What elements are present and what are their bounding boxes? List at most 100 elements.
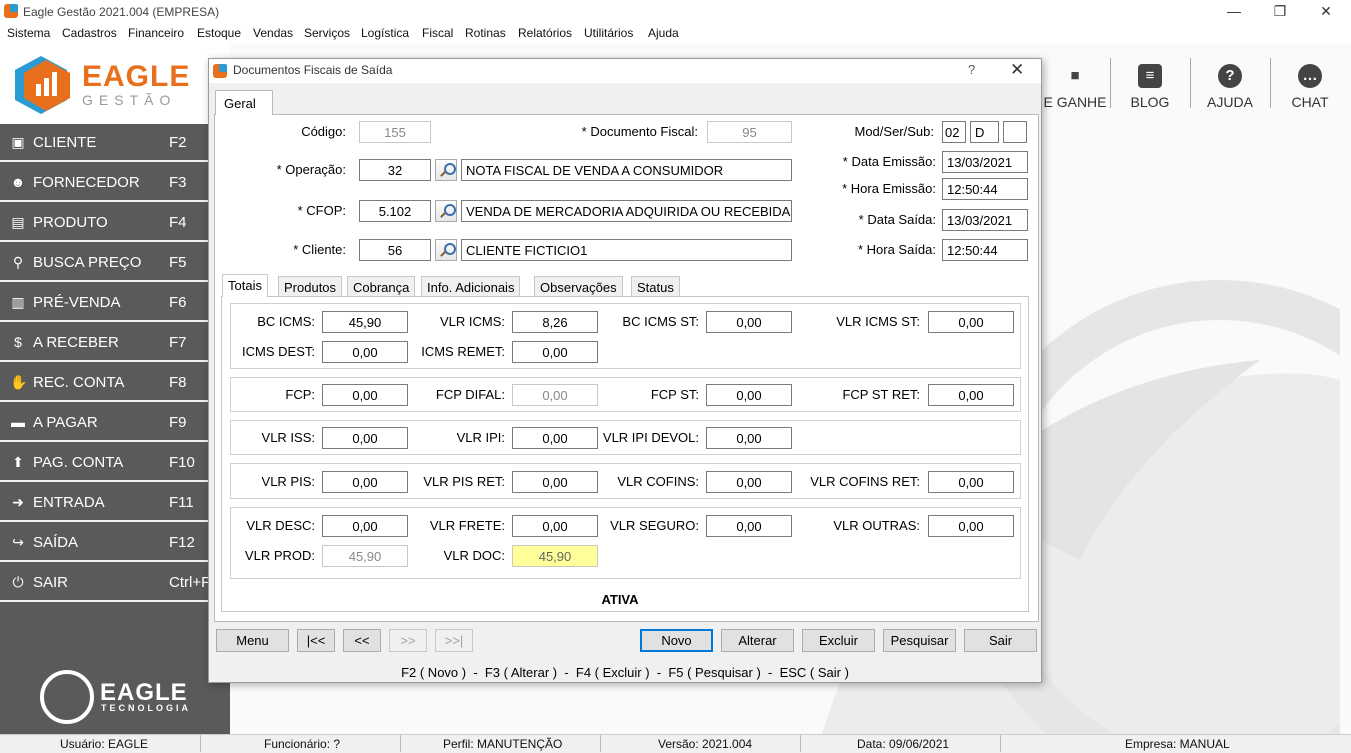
cliente-code-field[interactable]: 56	[359, 239, 431, 261]
codigo-field[interactable]: 155	[359, 121, 431, 143]
sidebar-item-cliente[interactable]: ▣ CLIENTE F2	[0, 124, 208, 162]
fcp-st-field[interactable]: 0,00	[706, 384, 792, 406]
menu-button[interactable]: Menu	[216, 629, 289, 652]
tab-geral[interactable]: Geral	[215, 90, 273, 115]
sidebar-item-pag-conta[interactable]: ⬆ PAG. CONTA F10	[0, 444, 208, 482]
menu-estoque[interactable]: Estoque	[197, 26, 241, 40]
sidebar-item-a-pagar[interactable]: ▬ A PAGAR F9	[0, 404, 208, 442]
sidebar-item-pre-venda[interactable]: ▥ PRÉ-VENDA F6	[0, 284, 208, 322]
icms-dest-field[interactable]: 0,00	[322, 341, 408, 363]
sair-button[interactable]: Sair	[964, 629, 1037, 652]
cfop-code-field[interactable]: 5.102	[359, 200, 431, 222]
menu-logistica[interactable]: Logística	[361, 26, 409, 40]
blog-button[interactable]: ≡ BLOG	[1110, 58, 1190, 110]
data-saida-field[interactable]: 13/03/2021	[942, 209, 1028, 231]
close-window-button[interactable]: ✕	[1303, 0, 1349, 24]
tab-produtos[interactable]: Produtos	[278, 276, 343, 297]
hora-emissao-field[interactable]: 12:50:44	[942, 178, 1028, 200]
vlr-prod-field[interactable]: 45,90	[322, 545, 408, 567]
tab-info-adicionais[interactable]: Info. Adicionais	[421, 276, 521, 297]
next-record-button[interactable]: >>	[389, 629, 427, 652]
menu-utilitarios[interactable]: Utilitários	[584, 26, 633, 40]
documento-fiscal-field[interactable]: 95	[707, 121, 792, 143]
data-emissao-field[interactable]: 13/03/2021	[942, 151, 1028, 173]
icms-remet-field[interactable]: 0,00	[512, 341, 598, 363]
vlr-ipi-label: VLR IPI:	[456, 430, 505, 445]
sidebar-item-shortcut: F7	[169, 334, 187, 351]
sidebar-item-rec-conta[interactable]: ✋ REC. CONTA F8	[0, 364, 208, 402]
vlr-pis-field[interactable]: 0,00	[322, 471, 408, 493]
vlr-desc-field[interactable]: 0,00	[322, 515, 408, 537]
sidebar-item-label: A PAGAR	[33, 414, 98, 431]
menu-servicos[interactable]: Serviços	[304, 26, 350, 40]
sidebar-item-fornecedor[interactable]: ☻ FORNECEDOR F3	[0, 164, 208, 202]
operacao-label: * Operação:	[276, 162, 346, 177]
menu-cadastros[interactable]: Cadastros	[62, 26, 117, 40]
wallet-icon: ▬	[11, 414, 25, 430]
tab-status[interactable]: Status	[631, 276, 680, 297]
cliente-search-icon[interactable]	[435, 239, 457, 261]
pesquisar-button[interactable]: Pesquisar	[883, 629, 956, 652]
dialog-close-button[interactable]: ✕	[1010, 60, 1024, 80]
indique-e-ganhe-button[interactable]: ■ E GANHE	[1035, 58, 1115, 110]
sidebar-item-produto[interactable]: ▤ PRODUTO F4	[0, 204, 208, 242]
sidebar-item-saida[interactable]: ↪ SAÍDA F12	[0, 524, 208, 562]
menu-rotinas[interactable]: Rotinas	[465, 26, 506, 40]
cfop-search-icon[interactable]	[435, 200, 457, 222]
vlr-ipi-field[interactable]: 0,00	[512, 427, 598, 449]
codigo-label: Código:	[301, 124, 346, 139]
menu-fiscal[interactable]: Fiscal	[422, 26, 453, 40]
operacao-desc-field[interactable]: NOTA FISCAL DE VENDA A CONSUMIDOR	[461, 159, 792, 181]
tab-totais[interactable]: Totais	[222, 274, 268, 297]
fcp-difal-field[interactable]: 0,00	[512, 384, 598, 406]
sidebar-item-sair[interactable]: ⏻ SAIR Ctrl+F	[0, 564, 210, 602]
vlr-outras-field[interactable]: 0,00	[928, 515, 1014, 537]
modelo-field[interactable]: 02	[942, 121, 966, 143]
operacao-search-icon[interactable]	[435, 159, 457, 181]
vlr-icms-st-field[interactable]: 0,00	[928, 311, 1014, 333]
bc-icms-field[interactable]: 45,90	[322, 311, 408, 333]
bc-icms-st-field[interactable]: 0,00	[706, 311, 792, 333]
first-record-button[interactable]: |<<	[297, 629, 335, 652]
menu-ajuda[interactable]: Ajuda	[648, 26, 679, 40]
menu-relatorios[interactable]: Relatórios	[518, 26, 572, 40]
vlr-pis-ret-field[interactable]: 0,00	[512, 471, 598, 493]
alterar-button[interactable]: Alterar	[721, 629, 794, 652]
sidebar-item-busca-preco[interactable]: ⚲ BUSCA PREÇO F5	[0, 244, 208, 282]
chat-button[interactable]: … CHAT	[1270, 58, 1350, 110]
vlr-ipi-devol-field[interactable]: 0,00	[706, 427, 792, 449]
vlr-cofins-ret-field[interactable]: 0,00	[928, 471, 1014, 493]
vlr-icms-field[interactable]: 8,26	[512, 311, 598, 333]
hora-saida-field[interactable]: 12:50:44	[942, 239, 1028, 261]
subserie-field[interactable]	[1003, 121, 1027, 143]
sidebar-item-a-receber[interactable]: $ A RECEBER F7	[0, 324, 208, 362]
novo-button[interactable]: Novo	[640, 629, 713, 652]
box-icon: ▤	[11, 214, 25, 230]
dialog-help-button[interactable]: ?	[968, 62, 975, 77]
ajuda-button[interactable]: ? AJUDA	[1190, 58, 1270, 110]
operacao-code-field[interactable]: 32	[359, 159, 431, 181]
fcp-st-label: FCP ST:	[650, 387, 699, 402]
menu-sistema[interactable]: Sistema	[7, 26, 50, 40]
menu-financeiro[interactable]: Financeiro	[128, 26, 184, 40]
sidebar-item-entrada[interactable]: ➜ ENTRADA F11	[0, 484, 208, 522]
vlr-iss-field[interactable]: 0,00	[322, 427, 408, 449]
tab-cobranca[interactable]: Cobrança	[347, 276, 416, 297]
vlr-cofins-field[interactable]: 0,00	[706, 471, 792, 493]
vlr-seguro-field[interactable]: 0,00	[706, 515, 792, 537]
fcp-st-ret-field[interactable]: 0,00	[928, 384, 1014, 406]
last-record-button[interactable]: >>|	[435, 629, 473, 652]
minimize-button[interactable]: —	[1211, 0, 1257, 24]
tab-observacoes[interactable]: Observações	[534, 276, 623, 297]
vlr-frete-field[interactable]: 0,00	[512, 515, 598, 537]
fcp-field[interactable]: 0,00	[322, 384, 408, 406]
previous-record-button[interactable]: <<	[343, 629, 381, 652]
serie-field[interactable]: D	[970, 121, 999, 143]
cliente-desc-field[interactable]: CLIENTE FICTICIO1	[461, 239, 792, 261]
excluir-button[interactable]: Excluir	[802, 629, 875, 652]
cfop-desc-field[interactable]: VENDA DE MERCADORIA ADQUIRIDA OU RECEBID…	[461, 200, 792, 222]
restore-button[interactable]: ❐	[1257, 0, 1303, 24]
menu-vendas[interactable]: Vendas	[253, 26, 293, 40]
vlr-outras-label: VLR OUTRAS:	[833, 518, 920, 533]
vlr-doc-field[interactable]: 45,90	[512, 545, 598, 567]
